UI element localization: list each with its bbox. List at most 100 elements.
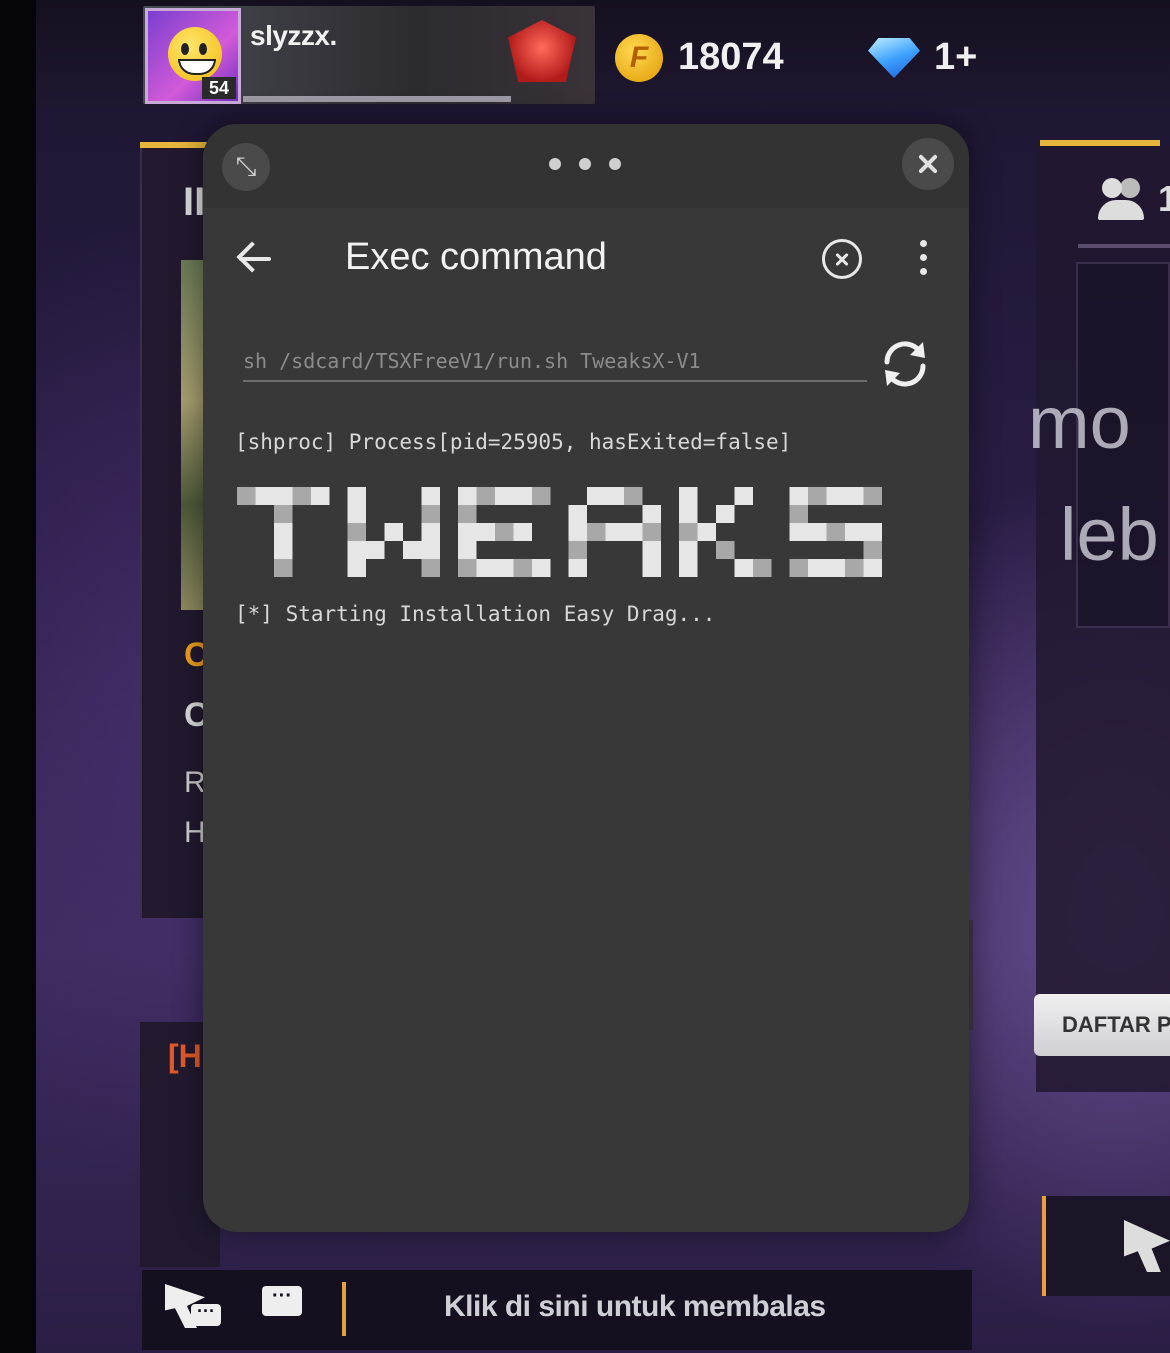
- banner-pixel: [292, 487, 311, 505]
- banner-pixel: [642, 505, 661, 523]
- terminal-line: [shproc] Process[pid=25905, hasExited=fa…: [235, 430, 792, 454]
- banner-pixel: [679, 523, 698, 541]
- banner-pixel: [587, 487, 606, 505]
- chat-message-tag: [H: [168, 1038, 202, 1074]
- banner-pixel: [587, 523, 606, 541]
- banner-pixel: [789, 505, 808, 523]
- banner-pixel: [274, 523, 293, 541]
- message-icon[interactable]: [262, 1286, 320, 1332]
- banner-pixel: [495, 523, 514, 541]
- close-icon[interactable]: [902, 138, 954, 190]
- diamond-balance[interactable]: 1+: [934, 36, 977, 79]
- banner-pixel: [421, 523, 440, 541]
- banner-pixel: [679, 559, 698, 577]
- banner-pixel: [642, 541, 661, 559]
- banner-pixel: [789, 559, 808, 577]
- refresh-icon[interactable]: [877, 338, 933, 390]
- banner-pixel: [274, 559, 293, 577]
- banner-pixel: [753, 559, 772, 577]
- banner-pixel: [384, 523, 403, 541]
- reply-input[interactable]: Klik di sini untuk membalas: [444, 1290, 826, 1324]
- back-arrow-icon[interactable]: [235, 238, 277, 280]
- page-title: Exec command: [345, 236, 607, 278]
- right-panel-text: mo: [1028, 381, 1131, 464]
- right-panel-text: leb: [1060, 493, 1159, 576]
- banner-pixel: [421, 505, 440, 523]
- banner-pixel: [347, 523, 366, 541]
- chat-divider: [342, 1282, 346, 1336]
- xp-bar: [243, 96, 511, 102]
- banner-pixel: [274, 487, 293, 505]
- menu-dot: [920, 268, 927, 275]
- banner-pixel: [789, 523, 808, 541]
- flag-chat-icon[interactable]: [165, 1284, 223, 1334]
- banner-pixel: [421, 541, 440, 559]
- banner-pixel: [789, 487, 808, 505]
- clear-circle-x-icon[interactable]: [822, 239, 862, 279]
- banner-pixel: [716, 541, 735, 559]
- banner-pixel: [624, 487, 643, 505]
- banner-pixel: [679, 541, 698, 559]
- drag-handle-icon[interactable]: [549, 152, 623, 176]
- banner-pixel: [734, 559, 753, 577]
- player-level: 54: [202, 77, 236, 99]
- banner-pixel: [532, 487, 551, 505]
- banner-pixel: [642, 559, 661, 577]
- banner-pixel: [513, 559, 532, 577]
- banner-pixel: [311, 487, 330, 505]
- banner-pixel: [532, 559, 551, 577]
- banner-pixel: [347, 541, 366, 559]
- banner-pixel: [734, 487, 753, 505]
- drag-dot: [579, 158, 591, 170]
- banner-pixel: [458, 523, 477, 541]
- command-input[interactable]: [243, 342, 867, 382]
- banner-pixel: [845, 487, 864, 505]
- banner-pixel: [826, 523, 845, 541]
- avatar[interactable]: 54: [145, 8, 241, 104]
- banner-pixel: [697, 523, 716, 541]
- banner-pixel: [476, 523, 495, 541]
- banner-pixel: [458, 487, 477, 505]
- banner-pixel: [863, 541, 882, 559]
- banner-pixel: [347, 505, 366, 523]
- banner-pixel: [845, 523, 864, 541]
- banner-pixel: [403, 541, 422, 559]
- banner-pixel: [495, 559, 514, 577]
- banner-pixel: [679, 487, 698, 505]
- left-panel-image: [181, 260, 205, 610]
- banner-pixel: [476, 487, 495, 505]
- banner-pixel: [237, 487, 256, 505]
- smiley-avatar-icon: [168, 27, 222, 81]
- banner-pixel: [568, 559, 587, 577]
- expand-icon[interactable]: ⤡: [222, 143, 270, 191]
- banner-pixel: [826, 559, 845, 577]
- banner-pixel: [476, 559, 495, 577]
- banner-pixel: [513, 487, 532, 505]
- banner-pixel: [274, 541, 293, 559]
- more-vertical-icon[interactable]: [915, 238, 931, 278]
- banner-pixel: [863, 523, 882, 541]
- banner-pixel: [605, 487, 624, 505]
- drag-dot: [549, 158, 561, 170]
- banner-pixel: [568, 541, 587, 559]
- daftar-button[interactable]: DAFTAR PE: [1034, 994, 1170, 1056]
- tweaksx-ascii-banner: [237, 487, 882, 577]
- terminal-line: [*] Starting Installation Easy Drag...: [235, 602, 716, 626]
- right-panel-divider: [1078, 244, 1170, 248]
- friends-count: 1: [1158, 178, 1170, 219]
- friends-icon[interactable]: [1098, 176, 1150, 222]
- drag-dot: [609, 158, 621, 170]
- banner-pixel: [495, 487, 514, 505]
- banner-pixel: [366, 541, 385, 559]
- banner-pixel: [826, 487, 845, 505]
- banner-pixel: [808, 559, 827, 577]
- exec-command-window: ⤡ Exec command [shproc] Process[pid=2590…: [203, 124, 969, 1232]
- banner-pixel: [458, 541, 477, 559]
- username: slyzzx.: [250, 20, 337, 51]
- left-panel-text: II: [183, 180, 206, 224]
- banner-pixel: [845, 559, 864, 577]
- screen-edge: [0, 0, 36, 1353]
- banner-pixel: [605, 523, 624, 541]
- banner-pixel: [716, 505, 735, 523]
- coin-balance: 18074: [678, 36, 784, 78]
